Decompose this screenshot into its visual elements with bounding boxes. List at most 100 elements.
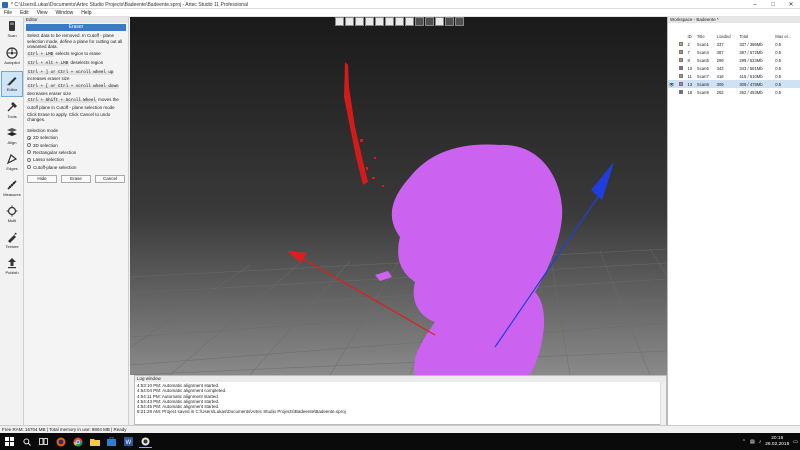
visibility-eye-icon[interactable]: [668, 64, 678, 72]
menu-file[interactable]: File: [0, 9, 16, 16]
visibility-eye-icon[interactable]: [668, 88, 678, 96]
firefox-icon[interactable]: [54, 435, 67, 448]
help-intro: Select data to be removed. In Cutoff - p…: [27, 33, 123, 50]
cancel-button[interactable]: Cancel: [95, 174, 125, 183]
search-icon[interactable]: [20, 435, 33, 448]
radio-button[interactable]: [27, 135, 31, 140]
3d-viewport[interactable]: [130, 17, 667, 375]
view-cube-button[interactable]: [375, 17, 384, 26]
start-icon[interactable]: [3, 435, 16, 448]
tool-publish[interactable]: Publish: [1, 255, 23, 279]
row-id: 7: [687, 49, 690, 55]
chrome-icon[interactable]: [71, 435, 84, 448]
col-loaded[interactable]: Loaded: [716, 33, 739, 40]
tool-align[interactable]: Align: [1, 125, 23, 149]
table-row[interactable]: 16 Scan9 262 262 / 453Mb 0.5: [668, 88, 800, 96]
tool-autopilot[interactable]: Autopilot: [1, 45, 23, 69]
tool-tools[interactable]: Tools: [1, 99, 23, 123]
view-cube3-button[interactable]: [395, 17, 404, 26]
table-row[interactable]: 👁 13 Scan8 309 309 / 478Mb 0.5: [668, 80, 800, 88]
row-total: 337 / 386Mb: [739, 41, 763, 47]
log-line: 8:21:29 AM: Project saved in C:\Users\Lu…: [137, 409, 346, 415]
help-outro: Click Erase to apply. Click Cancel to un…: [27, 111, 111, 123]
row-loaded: 262: [716, 89, 724, 95]
view-side-button[interactable]: [345, 17, 354, 26]
erase-button[interactable]: Erase: [61, 174, 91, 183]
tray-arrow-icon[interactable]: ⌃: [742, 439, 746, 445]
menu-edit[interactable]: Edit: [16, 9, 33, 16]
task-view-icon[interactable]: [37, 435, 50, 448]
col-id[interactable]: ID: [686, 33, 695, 40]
tool-editor[interactable]: Editor: [1, 71, 23, 97]
word-icon[interactable]: W: [122, 435, 135, 448]
visibility-eye-icon[interactable]: [668, 48, 678, 56]
radio-button[interactable]: [27, 143, 31, 148]
clock[interactable]: 20:16 26.02.2018: [765, 436, 789, 448]
view-axes-button[interactable]: [355, 17, 364, 26]
visibility-eye-icon[interactable]: 👁: [668, 80, 678, 88]
view-mode-button[interactable]: [445, 17, 454, 26]
radio-button[interactable]: [27, 150, 31, 155]
visibility-eye-icon[interactable]: [668, 40, 678, 48]
svg-text:W: W: [126, 440, 132, 446]
visibility-eye-icon[interactable]: [668, 72, 678, 80]
menu-bar: File Edit View Window Help: [0, 9, 800, 17]
tool-texture[interactable]: Texture: [1, 229, 23, 253]
view-reset-button[interactable]: [455, 17, 464, 26]
menu-view[interactable]: View: [33, 9, 52, 16]
view-texture-button[interactable]: [425, 17, 434, 26]
artec-icon[interactable]: [139, 435, 152, 448]
mode-3d-selection[interactable]: 3D selection: [24, 141, 128, 148]
view-cube2-button[interactable]: [385, 17, 394, 26]
tool-multi[interactable]: Multi: [1, 203, 23, 227]
row-title: Scan7: [696, 73, 709, 79]
maximize-button[interactable]: □: [764, 0, 782, 9]
mode-cutoff-plane-selection[interactable]: Cutoff-plane selection: [24, 164, 128, 171]
tools-icon: [6, 101, 18, 113]
radio-button[interactable]: [27, 165, 31, 170]
table-row[interactable]: 10 Scan6 343 343 / 561Mb 0.5: [668, 64, 800, 72]
volume-icon[interactable]: ♪: [759, 439, 762, 445]
tool-label: Scan: [7, 33, 17, 38]
mode-2d-selection[interactable]: 2D selection: [24, 134, 128, 141]
radio-label: Rectangular selection: [33, 149, 77, 155]
table-row[interactable]: 11 Scan7 416 416 / 510Mb 0.5: [668, 72, 800, 80]
radio-label: Cutoff-plane selection: [33, 164, 77, 170]
minimize-button[interactable]: –: [746, 0, 764, 9]
log-scrollbar[interactable]: [660, 382, 666, 425]
row-id: 2: [687, 41, 690, 47]
menu-help[interactable]: Help: [77, 9, 95, 16]
view-cube4-button[interactable]: [405, 17, 414, 26]
col-total[interactable]: Total: [738, 33, 774, 40]
view-shaded-button[interactable]: [415, 17, 424, 26]
hide-button[interactable]: Hide: [27, 174, 57, 183]
mode-rectangular-selection[interactable]: Rectangular selection: [24, 149, 128, 156]
table-row[interactable]: 7 Scan4 387 387 / 572Mb 0.5: [668, 48, 800, 56]
mode-lasso-selection[interactable]: Lasso selection: [24, 156, 128, 163]
col-title[interactable]: Title: [696, 33, 716, 40]
table-row[interactable]: 8 Scan5 299 299 / 523Mb 0.5: [668, 56, 800, 64]
help-text: Select data to be removed. In Cutoff - p…: [24, 31, 128, 126]
row-title: Scan8: [695, 80, 716, 88]
tool-label: Editor: [6, 87, 18, 92]
clock-date: 26.02.2018: [765, 441, 790, 447]
tool-scan[interactable]: Scan: [1, 18, 23, 42]
view-light-button[interactable]: [365, 17, 374, 26]
visibility-eye-icon[interactable]: [668, 56, 678, 64]
tool-edges[interactable]: Edges: [1, 151, 23, 175]
view-front-button[interactable]: [335, 17, 344, 26]
row-max-error: 0.5: [775, 65, 782, 71]
col-max-error[interactable]: Max er...: [774, 33, 800, 40]
menu-window[interactable]: Window: [51, 9, 77, 16]
file-explorer-icon[interactable]: [88, 435, 101, 448]
close-button[interactable]: ✕: [782, 0, 800, 9]
shortcut-desc: selects region to erase: [55, 50, 101, 56]
tool-measures[interactable]: Measures: [1, 177, 23, 201]
table-row[interactable]: 2 Scan1 337 337 / 386Mb 0.5: [668, 40, 800, 48]
radio-button[interactable]: [27, 157, 31, 162]
store-icon[interactable]: [105, 435, 118, 448]
notifications-icon[interactable]: ▭: [793, 439, 798, 445]
network-icon[interactable]: ▤: [750, 439, 755, 445]
view-select-button[interactable]: [435, 17, 444, 26]
scan-color-swatch: [678, 48, 687, 56]
